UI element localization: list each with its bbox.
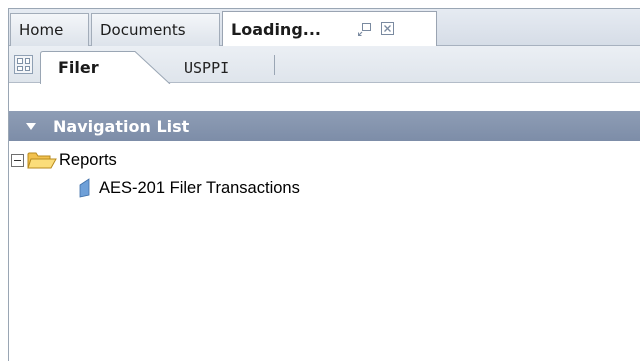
navigation-list-header[interactable]: Navigation List — [9, 111, 640, 141]
tree-item-report[interactable]: AES-201 Filer Transactions — [79, 177, 300, 199]
tree-folder-reports[interactable]: Reports — [11, 149, 117, 171]
collapse-triangle-icon[interactable] — [26, 122, 36, 130]
tab-filer[interactable]: Filer — [40, 51, 180, 84]
document-tab-bar: Home Documents Loading... — [9, 9, 640, 47]
app-window: Home Documents Loading... Filer USPPI Na… — [8, 8, 640, 361]
report-icon — [79, 178, 90, 198]
collapse-minus-icon[interactable] — [11, 153, 24, 167]
tab-loading-label: Loading... — [231, 20, 321, 39]
tab-separator — [274, 55, 275, 75]
grid-view-icon[interactable] — [14, 55, 33, 74]
tab-loading[interactable]: Loading... — [222, 11, 437, 47]
tab-documents-label: Documents — [100, 21, 186, 39]
popout-icon[interactable] — [358, 23, 371, 36]
tab-home[interactable]: Home — [10, 13, 89, 46]
tab-documents[interactable]: Documents — [91, 13, 220, 46]
navigation-list-title: Navigation List — [53, 116, 190, 136]
tab-usppi[interactable]: USPPI — [184, 59, 229, 77]
tab-filer-label: Filer — [58, 58, 99, 77]
close-icon[interactable] — [381, 22, 394, 35]
tree-item-label: AES-201 Filer Transactions — [99, 178, 300, 197]
tab-home-label: Home — [19, 21, 64, 39]
tree-folder-label: Reports — [59, 150, 117, 169]
sub-tab-bar: Filer USPPI — [9, 46, 640, 84]
open-folder-icon — [27, 152, 57, 169]
